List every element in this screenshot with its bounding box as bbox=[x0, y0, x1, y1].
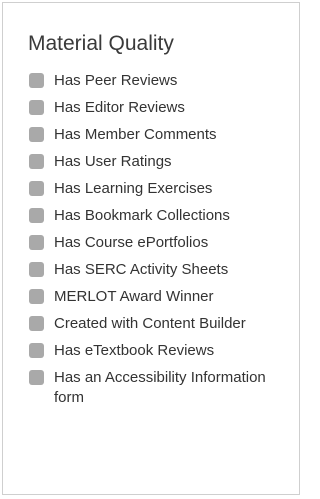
filter-course-eportfolios[interactable]: Has Course ePortfolios bbox=[29, 233, 291, 260]
panel-title: Material Quality bbox=[28, 32, 174, 55]
filter-content-builder[interactable]: Created with Content Builder bbox=[29, 314, 291, 341]
filter-user-ratings[interactable]: Has User Ratings bbox=[29, 152, 291, 179]
checkbox[interactable] bbox=[29, 100, 44, 115]
filter-etextbook-reviews[interactable]: Has eTextbook Reviews bbox=[29, 341, 291, 368]
checkbox[interactable] bbox=[29, 73, 44, 88]
filter-serc-activity-sheets[interactable]: Has SERC Activity Sheets bbox=[29, 260, 291, 287]
filter-label: Has Learning Exercises bbox=[54, 180, 213, 197]
checkbox[interactable] bbox=[29, 343, 44, 358]
filter-label: Has Peer Reviews bbox=[54, 72, 178, 89]
filter-list: Has Peer Reviews Has Editor Reviews Has … bbox=[29, 71, 291, 408]
filter-editor-reviews[interactable]: Has Editor Reviews bbox=[29, 98, 291, 125]
filter-member-comments[interactable]: Has Member Comments bbox=[29, 125, 291, 152]
material-quality-panel: Material Quality Has Peer Reviews Has Ed… bbox=[2, 2, 300, 495]
filter-learning-exercises[interactable]: Has Learning Exercises bbox=[29, 179, 291, 206]
filter-peer-reviews[interactable]: Has Peer Reviews bbox=[29, 71, 291, 98]
filter-label: MERLOT Award Winner bbox=[54, 288, 214, 305]
filter-bookmark-collections[interactable]: Has Bookmark Collections bbox=[29, 206, 291, 233]
filter-label: Has Editor Reviews bbox=[54, 99, 185, 116]
checkbox[interactable] bbox=[29, 262, 44, 277]
filter-merlot-award-winner[interactable]: MERLOT Award Winner bbox=[29, 287, 291, 314]
checkbox[interactable] bbox=[29, 154, 44, 169]
filter-label: Has User Ratings bbox=[54, 153, 172, 170]
checkbox[interactable] bbox=[29, 181, 44, 196]
filter-accessibility-form[interactable]: Has an Accessibility Information form bbox=[29, 368, 291, 408]
filter-label: Has Course ePortfolios bbox=[54, 234, 209, 251]
filter-label: Has an Accessibility Information form bbox=[54, 369, 266, 406]
filter-label: Has eTextbook Reviews bbox=[54, 342, 215, 359]
filter-label: Created with Content Builder bbox=[54, 315, 246, 332]
checkbox[interactable] bbox=[29, 316, 44, 331]
checkbox[interactable] bbox=[29, 208, 44, 223]
filter-label: Has Member Comments bbox=[54, 126, 217, 143]
checkbox[interactable] bbox=[29, 289, 44, 304]
checkbox[interactable] bbox=[29, 127, 44, 142]
filter-label: Has Bookmark Collections bbox=[54, 207, 230, 224]
checkbox[interactable] bbox=[29, 370, 44, 385]
checkbox[interactable] bbox=[29, 235, 44, 250]
filter-label: Has SERC Activity Sheets bbox=[54, 261, 229, 278]
